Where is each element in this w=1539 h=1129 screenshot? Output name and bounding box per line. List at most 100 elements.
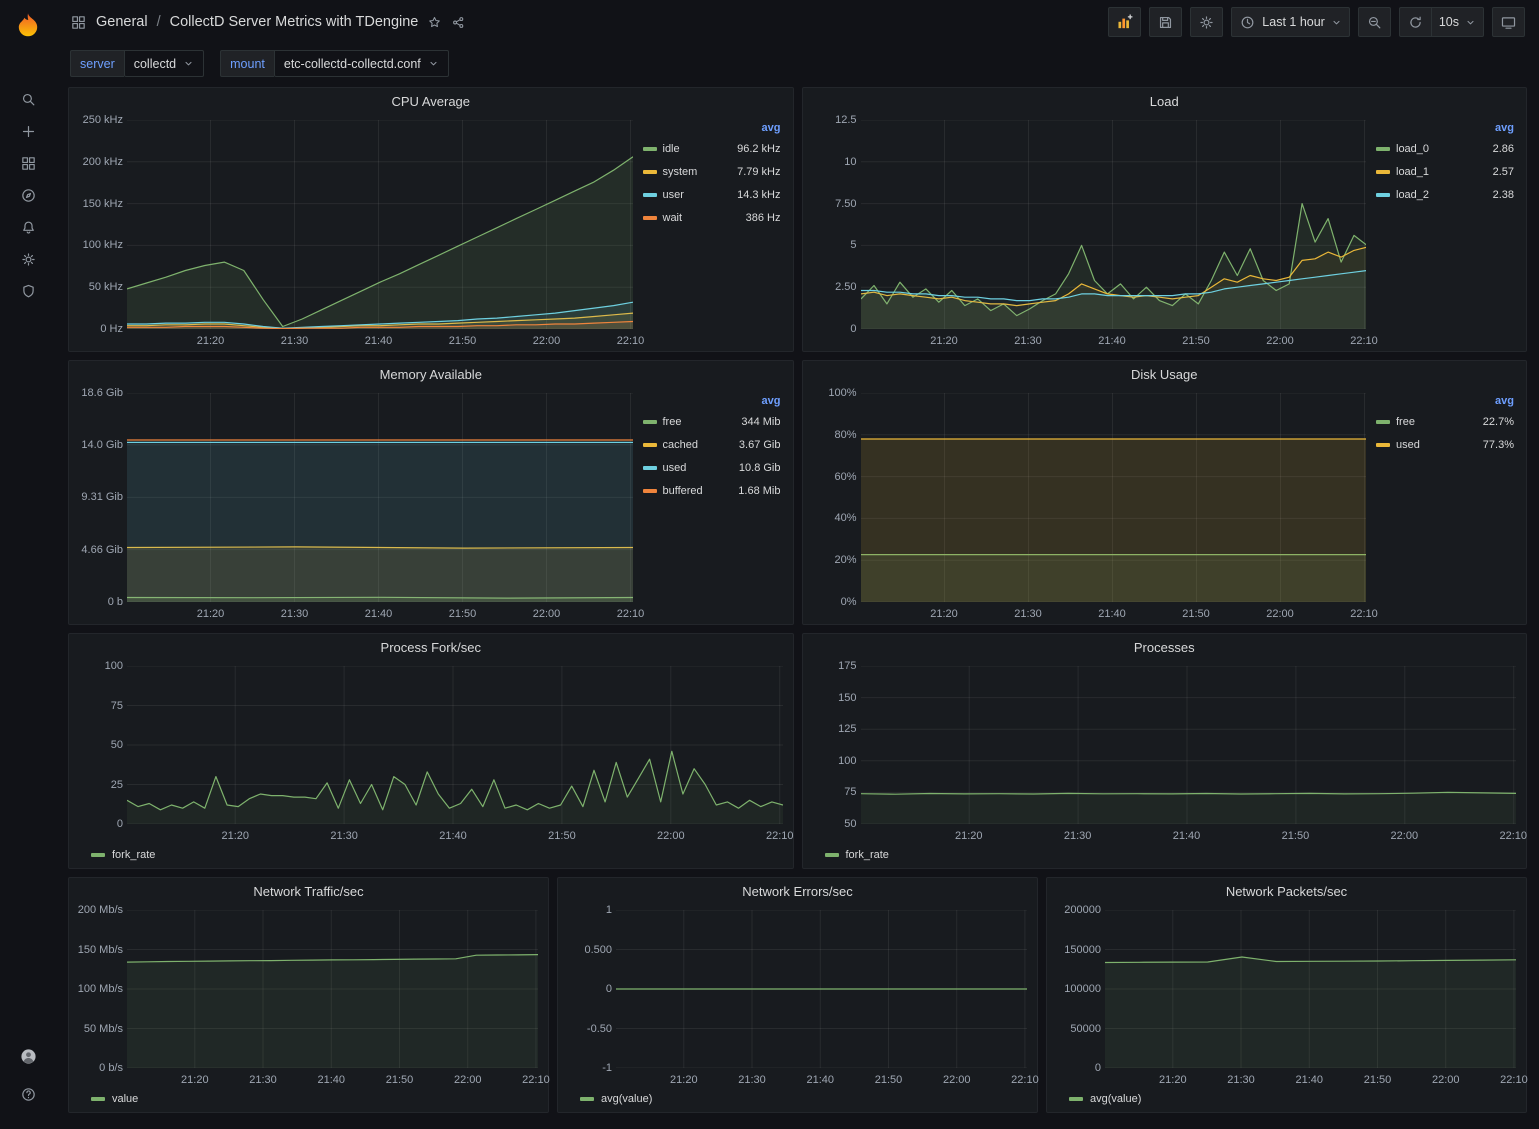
x-axis-label: 22:10 — [1491, 830, 1535, 842]
sidebar-item-profile[interactable] — [15, 1043, 41, 1069]
dashboard-settings-button[interactable] — [1190, 7, 1223, 37]
x-axis-label: 21:30 — [730, 1074, 774, 1086]
legend-avg-header: avg — [1376, 122, 1514, 134]
sidebar-item-dashboards[interactable] — [15, 150, 41, 176]
variable-mount: mount etc-collectd-collectd.conf — [220, 50, 449, 77]
legend-avg-header: avg — [643, 122, 781, 134]
x-axis-label: 22:00 — [935, 1074, 979, 1086]
panel-title[interactable]: Memory Available — [69, 361, 793, 387]
share-icon[interactable] — [451, 15, 466, 30]
panel-title[interactable]: CPU Average — [69, 88, 793, 114]
x-axis-label: 22:10 — [758, 830, 802, 842]
x-axis-label: 22:10 — [514, 1074, 558, 1086]
refresh-interval-button[interactable]: 10s — [1431, 7, 1484, 37]
legend-item-value[interactable]: value — [69, 1090, 548, 1112]
add-panel-button[interactable] — [1108, 7, 1141, 37]
sidebar-item-explore[interactable] — [15, 182, 41, 208]
legend-item-free[interactable]: free22.7% — [1376, 410, 1514, 433]
legend-item-load_2[interactable]: load_22.38 — [1376, 183, 1514, 206]
legend-item-buffered[interactable]: buffered1.68 Mib — [643, 479, 781, 502]
legend-item-fork_rate[interactable]: fork_rate — [69, 846, 793, 868]
chart-plot[interactable]: 507510012515017521:2021:3021:4021:5022:0… — [803, 660, 1527, 846]
x-axis-label: 21:20 — [922, 335, 966, 347]
chart-plot[interactable]: 02.5057.501012.521:2021:3021:4021:5022:0… — [803, 114, 1377, 351]
legend-avg-header: avg — [1376, 395, 1514, 407]
y-axis-label: 200 Mb/s — [71, 904, 123, 916]
legend-item-load_0[interactable]: load_02.86 — [1376, 137, 1514, 160]
legend-item-user[interactable]: user14.3 kHz — [643, 183, 781, 206]
sidebar-item-help[interactable] — [15, 1081, 41, 1107]
legend-item-avg(value)[interactable]: avg(value) — [558, 1090, 1037, 1112]
panel-title[interactable]: Processes — [803, 634, 1527, 660]
x-axis-label: 22:00 — [1258, 335, 1302, 347]
panel-title[interactable]: Disk Usage — [803, 361, 1527, 387]
y-axis-label: 50 kHz — [71, 281, 123, 293]
panel-title[interactable]: Network Packets/sec — [1047, 878, 1526, 904]
dashboard-squares-icon[interactable] — [70, 14, 87, 31]
chart-plot[interactable]: -1-0.5000.500121:2021:3021:4021:5022:002… — [558, 904, 1037, 1090]
grafana-app: General / CollectD Server Metrics with T… — [0, 0, 1539, 1129]
y-axis-label: -1 — [560, 1062, 612, 1074]
panel-title[interactable]: Network Errors/sec — [558, 878, 1037, 904]
search-icon — [20, 91, 37, 108]
legend-item-system[interactable]: system7.79 kHz — [643, 160, 781, 183]
chart-plot[interactable]: 025507510021:2021:3021:4021:5022:0022:10 — [69, 660, 793, 846]
panel-processes: Processes 507510012515017521:2021:3021:4… — [802, 633, 1528, 869]
legend-item-cached[interactable]: cached3.67 Gib — [643, 433, 781, 456]
legend-item-free[interactable]: free344 Mib — [643, 410, 781, 433]
save-icon — [1157, 14, 1174, 31]
panel-title[interactable]: Process Fork/sec — [69, 634, 793, 660]
y-axis-label: 7.50 — [805, 198, 857, 210]
panel-network-packets: Network Packets/sec 05000010000015000020… — [1046, 877, 1527, 1113]
legend-item-idle[interactable]: idle96.2 kHz — [643, 137, 781, 160]
variable-server-dropdown[interactable]: collectd — [124, 50, 204, 77]
y-axis-label: 100 kHz — [71, 239, 123, 251]
x-axis-label: 22:10 — [1492, 1074, 1536, 1086]
clock-icon — [1239, 14, 1256, 31]
y-axis-label: 40% — [805, 512, 857, 524]
sidebar-item-create[interactable] — [15, 118, 41, 144]
legend-item-used[interactable]: used77.3% — [1376, 433, 1514, 456]
sidebar-menu — [15, 80, 41, 310]
sidebar-item-server-admin[interactable] — [15, 278, 41, 304]
zoom-out-button[interactable] — [1358, 7, 1391, 37]
sidebar-item-alerting[interactable] — [15, 214, 41, 240]
legend-item-fork_rate[interactable]: fork_rate — [803, 846, 1527, 868]
refresh-button[interactable] — [1399, 7, 1431, 37]
legend-item-load_1[interactable]: load_12.57 — [1376, 160, 1514, 183]
chart-plot[interactable]: 0 Hz50 kHz100 kHz150 kHz200 kHz250 kHz21… — [69, 114, 643, 351]
save-dashboard-button[interactable] — [1149, 7, 1182, 37]
compass-icon — [20, 187, 37, 204]
panel-title[interactable]: Network Traffic/sec — [69, 878, 548, 904]
legend-item-avg(value)[interactable]: avg(value) — [1047, 1090, 1526, 1112]
star-icon[interactable] — [427, 15, 442, 30]
cycle-view-mode-button[interactable] — [1492, 7, 1525, 37]
chevron-down-icon — [183, 58, 194, 69]
y-axis-label: 100% — [805, 387, 857, 399]
chart-plot[interactable]: 05000010000015000020000021:2021:3021:402… — [1047, 904, 1526, 1090]
dashboard-title[interactable]: CollectD Server Metrics with TDengine — [170, 14, 419, 30]
sidebar-bottom — [15, 1037, 41, 1113]
y-axis-label: 100 Mb/s — [71, 983, 123, 995]
variable-mount-dropdown[interactable]: etc-collectd-collectd.conf — [274, 50, 449, 77]
panel-title[interactable]: Load — [803, 88, 1527, 114]
grafana-logo-icon[interactable] — [12, 10, 44, 42]
y-axis-label: 14.0 Gib — [71, 439, 123, 451]
variable-mount-label: mount — [220, 50, 274, 77]
sidebar-item-configuration[interactable] — [15, 246, 41, 272]
breadcrumb-folder[interactable]: General — [96, 14, 148, 30]
time-picker-button[interactable]: Last 1 hour — [1231, 7, 1350, 37]
avatar-icon — [20, 1048, 37, 1065]
x-axis-label: 21:40 — [1090, 608, 1134, 620]
chart-plot[interactable]: 0 b/s50 Mb/s100 Mb/s150 Mb/s200 Mb/s21:2… — [69, 904, 548, 1090]
legend-item-wait[interactable]: wait386 Hz — [643, 206, 781, 229]
zoom-out-icon — [1366, 14, 1383, 31]
refresh-icon — [1407, 14, 1424, 31]
chart-plot[interactable]: 0 b4.66 Gib9.31 Gib14.0 Gib18.6 Gib21:20… — [69, 387, 643, 624]
x-axis-label: 21:20 — [662, 1074, 706, 1086]
chart-plot[interactable]: 0%20%40%60%80%100%21:2021:3021:4021:5022… — [803, 387, 1377, 624]
toolbar: Last 1 hour 10s — [1108, 7, 1525, 37]
legend-item-used[interactable]: used10.8 Gib — [643, 456, 781, 479]
x-axis-label: 21:50 — [440, 335, 484, 347]
sidebar-item-search[interactable] — [15, 86, 41, 112]
